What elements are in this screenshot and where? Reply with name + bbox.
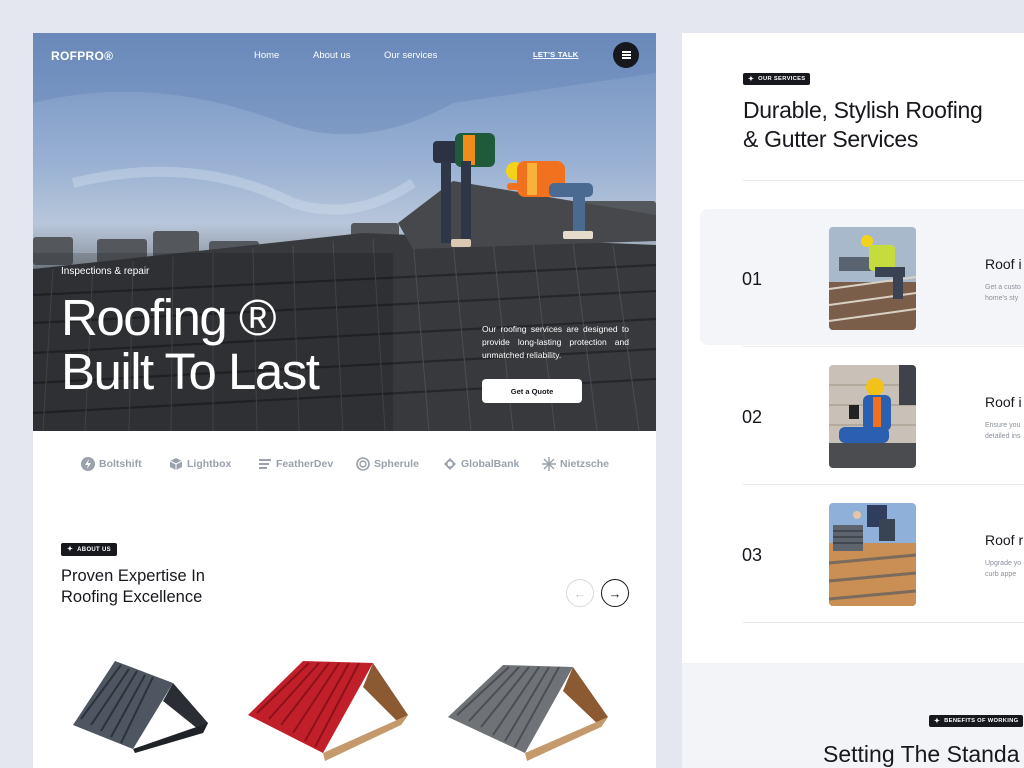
services-title: Durable, Stylish Roofing & Gutter Servic…: [743, 96, 983, 154]
nav-link-about[interactable]: About us: [313, 50, 351, 61]
about-title: Proven Expertise In Roofing Excellence: [61, 566, 205, 608]
hero-eyebrow: Inspections & repair: [61, 266, 150, 277]
sparkle-icon: ✦: [934, 717, 941, 725]
top-navigation: ROFPRO® Home About us Our services LET'S…: [33, 33, 656, 77]
brand-spherule: Spherule: [356, 457, 419, 471]
services-badge-label: OUR SERVICES: [758, 76, 806, 82]
carousel-prev-button[interactable]: ←: [566, 579, 594, 607]
service-desc-line-1: Get a custo: [985, 284, 1021, 291]
brand-featherdev: FeatherDev: [258, 457, 333, 471]
service-description: Get a custo home's sty: [985, 282, 1021, 304]
service-number: 01: [742, 269, 763, 289]
service-row-3[interactable]: 03 Roof r Upgrade yo curb appe: [700, 485, 1024, 621]
services-title-line-2: & Gutter Services: [743, 126, 919, 152]
product-roof-red[interactable]: [243, 653, 413, 763]
service-name: Roof i: [985, 394, 1022, 410]
partner-logos-strip: Boltshift Lightbox FeatherDev Spherule G…: [33, 453, 656, 477]
service-desc-line-2: home's sty: [985, 295, 1019, 302]
service-row-1[interactable]: 01 Roof i Get a custo home's sty: [700, 209, 1024, 345]
about-badge-label: ABOUT US: [77, 546, 111, 553]
arrow-right-icon: →: [608, 585, 622, 601]
about-title-line-2: Roofing Excellence: [61, 588, 203, 606]
hero-title-line-2: Built To Last: [61, 343, 320, 400]
service-desc-line-2: detailed ins: [985, 433, 1021, 440]
service-description: Upgrade yo curb appe: [985, 558, 1021, 580]
brand-name: Spherule: [374, 458, 419, 470]
sphere-icon: [356, 457, 370, 471]
globe-icon: [444, 458, 456, 470]
bolt-icon: [81, 457, 95, 471]
services-title-line-1: Durable, Stylish Roofing: [743, 97, 983, 123]
brand-boltshift: Boltshift: [81, 457, 142, 471]
hero-title-line-1: Roofing ®: [61, 289, 277, 346]
service-number: 03: [742, 545, 763, 565]
service-number: 02: [742, 407, 763, 427]
service-name: Roof i: [985, 256, 1022, 272]
nav-link-services[interactable]: Our services: [384, 50, 437, 61]
benefits-section: ✦ BENEFITS OF WORKING Setting The Standa: [682, 663, 1024, 768]
product-roof-gray[interactable]: [443, 653, 613, 763]
landing-page-panel: ROFPRO® Home About us Our services LET'S…: [33, 33, 656, 768]
service-name: Roof r: [985, 532, 1024, 548]
service-desc-line-1: Upgrade yo: [985, 560, 1022, 567]
brand-name: Nietzsche: [560, 458, 610, 470]
hero-description: Our roofing services are designed to pro…: [482, 324, 629, 360]
carousel-next-button[interactable]: →: [601, 579, 629, 607]
brand-name: Boltshift: [99, 458, 142, 470]
starburst-icon: [542, 457, 556, 471]
divider: [743, 622, 1024, 623]
sparkle-icon: ✦: [748, 75, 755, 83]
about-us-badge: ✦ ABOUT US: [61, 543, 117, 556]
brand-lightbox: Lightbox: [169, 457, 231, 471]
brand-name: FeatherDev: [276, 458, 334, 470]
benefits-badge: ✦ BENEFITS OF WORKING: [929, 715, 1024, 727]
service-row-2[interactable]: 02 Roof i Ensure you detailed ins: [700, 347, 1024, 483]
our-services-badge: ✦ OUR SERVICES: [743, 73, 811, 85]
services-panel: ✦ OUR SERVICES Durable, Stylish Roofing …: [682, 33, 1024, 768]
nav-link-home[interactable]: Home: [254, 50, 279, 61]
sparkle-icon: ✦: [67, 546, 74, 553]
arrow-left-icon: ←: [573, 585, 587, 601]
get-quote-button[interactable]: Get a Quote: [482, 379, 582, 403]
hero-section: ROFPRO® Home About us Our services LET'S…: [33, 33, 656, 431]
brand-nietzsche: Nietzsche: [542, 457, 609, 471]
brand-name: Lightbox: [187, 458, 232, 470]
benefits-badge-label: BENEFITS OF WORKING: [944, 718, 1019, 724]
brand-name: GlobalBank: [461, 458, 520, 470]
service-image-roof-replacement: [829, 503, 916, 606]
hamburger-icon: [621, 54, 631, 56]
service-description: Ensure you detailed ins: [985, 420, 1020, 442]
brand-globalbank: GlobalBank: [443, 457, 519, 471]
service-image-roof-inspection: [829, 365, 916, 468]
hamburger-menu-button[interactable]: [613, 42, 639, 68]
benefits-title: Setting The Standa: [823, 741, 1020, 767]
service-image-roof-install: [829, 227, 916, 330]
hero-title: Roofing ® Built To Last: [61, 289, 320, 400]
lets-talk-link[interactable]: LET'S TALK: [533, 50, 578, 59]
feather-icon: [259, 459, 271, 469]
cube-icon: [169, 458, 183, 470]
product-roof-dark-gray[interactable]: [63, 653, 213, 753]
service-desc-line-1: Ensure you: [985, 422, 1021, 429]
about-title-line-1: Proven Expertise In: [61, 567, 205, 585]
service-desc-line-2: curb appe: [985, 571, 1017, 578]
divider: [743, 180, 1024, 181]
brand-logo[interactable]: ROFPRO®: [51, 49, 113, 63]
